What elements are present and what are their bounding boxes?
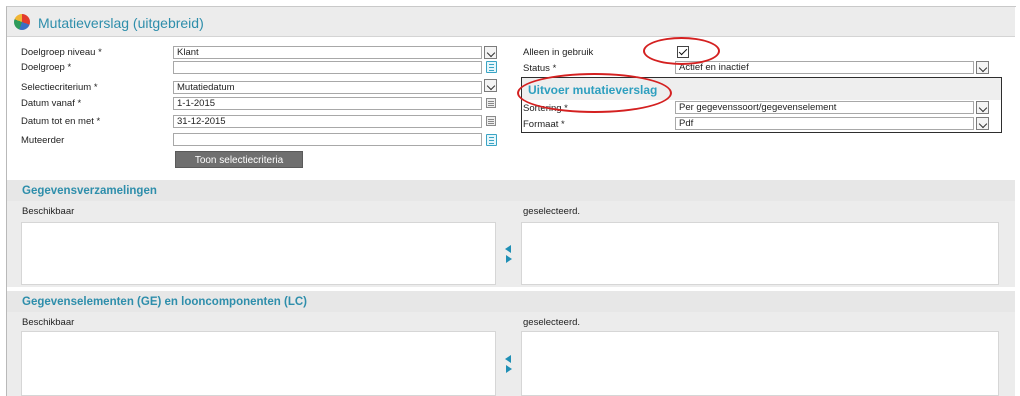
status-chevron-down-icon[interactable] (976, 61, 989, 74)
window-title: Mutatieverslag (uitgebreid) (38, 15, 204, 31)
app-pie-logo-icon (14, 14, 30, 30)
doelgroep-label: Doelgroep * (21, 62, 72, 73)
gegevenselementen-title: Gegevenselementen (GE) en looncomponente… (22, 296, 307, 308)
status-label: Status * (523, 63, 557, 74)
selectiecriterium-chevron-down-icon[interactable] (484, 79, 497, 92)
gegevensverzamelingen-geselecteerd-list[interactable] (521, 222, 999, 285)
doelgroep-input[interactable] (173, 61, 482, 74)
gegevensverzamelingen-title: Gegevensverzamelingen (22, 185, 157, 197)
selectiecriterium-select[interactable]: Mutatiedatum (173, 81, 482, 94)
gegevensverzamelingen-geselecteerd-label: geselecteerd. (523, 206, 581, 217)
muteerder-lookup-icon[interactable] (486, 134, 497, 146)
gegevenselementen-beschikbaar-list[interactable] (21, 331, 496, 396)
selectiecriterium-label: Selectiecriterium * (21, 82, 98, 93)
datum-tot-en-met-label: Datum tot en met * (21, 116, 101, 127)
status-select[interactable]: Actief en inactief (675, 61, 974, 74)
formaat-label: Formaat * (523, 119, 565, 130)
gegevensverzamelingen-header: Gegevensverzamelingen (7, 180, 1015, 201)
datum-tot-en-met-calendar-icon[interactable] (486, 116, 496, 126)
gegevenselementen-beschikbaar-label: Beschikbaar (22, 317, 75, 328)
move-right-arrow-icon[interactable] (506, 255, 512, 263)
datum-tot-en-met-input[interactable]: 31-12-2015 (173, 115, 482, 128)
gegevenselementen-geselecteerd-label: geselecteerd. (523, 317, 581, 328)
doelgroep-lookup-icon[interactable] (486, 61, 497, 73)
sortering-chevron-down-icon[interactable] (976, 101, 989, 114)
datum-vanaf-calendar-icon[interactable] (486, 98, 496, 108)
annotation-ellipse-uitvoer (517, 73, 672, 113)
datum-vanaf-input[interactable]: 1-1-2015 (173, 97, 482, 110)
gegevensverzamelingen-transfer-controls (505, 245, 513, 263)
move-left-arrow-icon[interactable] (505, 355, 511, 363)
alleen-in-gebruik-label: Alleen in gebruik (523, 47, 594, 58)
annotation-ellipse-checkbox (643, 37, 720, 65)
doelgroep-niveau-label: Doelgroep niveau * (21, 47, 102, 58)
gegevensverzamelingen-beschikbaar-label: Beschikbaar (22, 206, 75, 217)
muteerder-label: Muteerder (21, 135, 65, 146)
title-bar: Mutatieverslag (uitgebreid) (7, 7, 1015, 37)
datum-vanaf-label: Datum vanaf * (21, 98, 82, 109)
formaat-select[interactable]: Pdf (675, 117, 974, 130)
muteerder-input[interactable] (173, 133, 482, 146)
doelgroep-niveau-chevron-down-icon[interactable] (484, 46, 497, 59)
gegevensverzamelingen-beschikbaar-list[interactable] (21, 222, 496, 285)
move-left-arrow-icon[interactable] (505, 245, 511, 253)
sortering-select[interactable]: Per gegevenssoort/gegevenselement (675, 101, 974, 114)
move-right-arrow-icon[interactable] (506, 365, 512, 373)
toon-selectiecriteria-button[interactable]: Toon selectiecriteria (175, 151, 303, 168)
gegevenselementen-header: Gegevenselementen (GE) en looncomponente… (7, 291, 1015, 312)
formaat-chevron-down-icon[interactable] (976, 117, 989, 130)
gegevenselementen-geselecteerd-list[interactable] (521, 331, 999, 396)
gegevenselementen-transfer-controls (505, 355, 513, 373)
doelgroep-niveau-select[interactable]: Klant (173, 46, 482, 59)
